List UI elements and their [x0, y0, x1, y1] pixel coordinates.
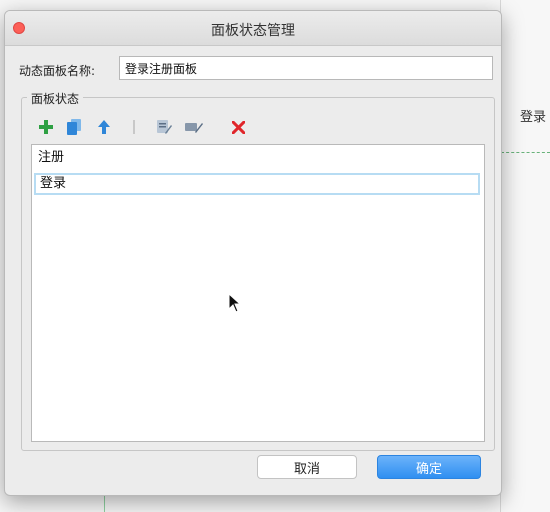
title-bar: 面板状态管理 — [5, 11, 501, 46]
add-icon[interactable] — [37, 118, 55, 136]
cancel-button[interactable]: 取消 — [257, 455, 357, 479]
duplicate-icon[interactable] — [65, 118, 83, 136]
edit-all-icon[interactable] — [185, 118, 203, 136]
background-guide-line — [501, 152, 550, 153]
ok-button[interactable]: 确定 — [377, 455, 481, 479]
edit-icon[interactable] — [155, 118, 173, 136]
panel-state-dialog: 面板状态管理 动态面板名称: 面板状态 注册 登录 取消 确定 — [4, 10, 502, 496]
move-up-icon[interactable] — [95, 118, 113, 136]
dialog-title: 面板状态管理 — [211, 23, 295, 39]
panel-name-label: 动态面板名称: — [19, 64, 96, 78]
state-list[interactable]: 注册 登录 — [31, 144, 485, 442]
panel-state-group-label: 面板状态 — [27, 90, 84, 107]
background-label: 登录 — [520, 110, 547, 125]
delete-icon[interactable] — [229, 118, 247, 136]
background-panel — [500, 0, 550, 512]
list-item-state-login[interactable]: 登录 — [34, 173, 480, 195]
panel-name-input[interactable] — [119, 56, 493, 80]
move-down-icon[interactable] — [125, 118, 143, 136]
mouse-cursor-icon — [228, 293, 242, 313]
list-item-state-register[interactable]: 注册 — [34, 147, 480, 169]
